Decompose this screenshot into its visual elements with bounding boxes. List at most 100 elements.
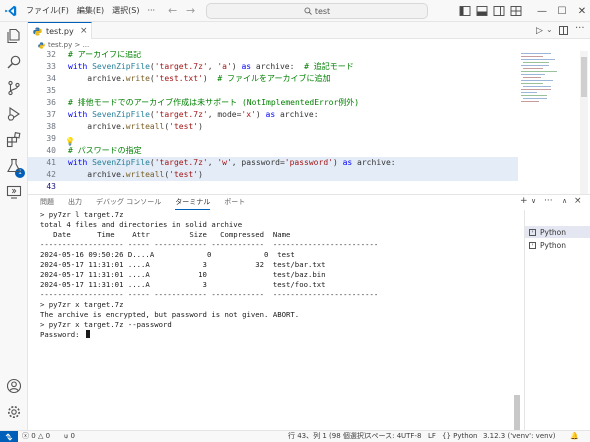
- code-line[interactable]: 40 # パスワードの指定: [28, 145, 528, 157]
- lightbulb-icon[interactable]: 💡: [65, 137, 75, 146]
- terminal-item-label: Python: [540, 227, 566, 237]
- run-options-chevron-icon[interactable]: ⌄: [546, 25, 553, 34]
- code-line[interactable]: 41 with SevenZipFile('target.7z', 'w', pa…: [28, 157, 528, 169]
- terminal-icon: ›: [529, 241, 536, 249]
- line-number: 37: [46, 110, 56, 119]
- back-arrow-icon[interactable]: ←: [168, 4, 177, 18]
- tab-problems[interactable]: 問題: [40, 195, 54, 210]
- explorer-icon[interactable]: [6, 28, 22, 44]
- line-number: 32: [46, 51, 56, 59]
- code-line[interactable]: 37 with SevenZipFile('target.7z', mode='x…: [28, 109, 528, 121]
- menu-edit[interactable]: 編集(E): [73, 0, 108, 22]
- terminal[interactable]: > py7zr l target.7z total 4 files and di…: [28, 210, 512, 430]
- breadcrumb[interactable]: test.py > ...: [28, 39, 590, 51]
- layout-secondary-icon[interactable]: [493, 5, 505, 17]
- tab-label: test.py: [46, 26, 74, 36]
- close-panel-icon[interactable]: ×: [574, 196, 582, 206]
- menu-file[interactable]: ファイル(F): [22, 0, 73, 22]
- python-file-icon: [38, 41, 45, 49]
- terminal-line: > py7zr x target.7z: [40, 300, 124, 309]
- menu-more[interactable]: ···: [143, 0, 159, 22]
- language-label: Python: [453, 432, 478, 440]
- code-line[interactable]: 33 with SevenZipFile('target.7z', 'a') as…: [28, 61, 528, 73]
- end-of-line[interactable]: LF: [428, 431, 436, 442]
- terminal-line: The archive is encrypted, but password i…: [40, 310, 300, 319]
- ports-count: 0: [70, 432, 75, 440]
- ports-status[interactable]: ⍦ 0: [64, 431, 75, 442]
- terminal-line: 2024-05-16 09:50:26 D....A 0 0 test: [40, 250, 295, 259]
- code-text: # アーカイブに追記: [68, 51, 142, 59]
- terminal-line: 2024-05-17 11:31:01 ....A 3 test/foo.txt: [40, 280, 326, 289]
- cursor-position[interactable]: 行 43、列 1 (98 個選択): [288, 431, 367, 442]
- terminal-item-python-2[interactable]: › Python: [525, 239, 590, 251]
- password-prompt: Password:: [40, 330, 84, 339]
- notifications-bell-icon[interactable]: 🔔: [570, 431, 579, 442]
- activity-bar: 1: [0, 22, 28, 430]
- vscode-logo-icon: [0, 0, 22, 22]
- maximize-panel-icon[interactable]: ∧: [562, 197, 567, 205]
- command-center-text: test: [314, 6, 331, 16]
- menu-selection[interactable]: 選択(S): [108, 0, 143, 22]
- more-actions-icon[interactable]: ···: [575, 23, 585, 34]
- panel-more-icon[interactable]: ···: [544, 196, 553, 206]
- python-interpreter[interactable]: 3.12.3 ('venv': venv): [483, 431, 555, 442]
- problems-status[interactable]: ⓧ 0 △ 0: [22, 431, 50, 442]
- terminal-icon: ›: [529, 228, 536, 236]
- close-button[interactable]: ✕: [570, 0, 590, 22]
- code-line[interactable]: 34 archive.write('test.txt') # ファイルをアーカイ…: [28, 73, 528, 85]
- layout-sidebar-icon[interactable]: [459, 5, 471, 17]
- forward-arrow-icon[interactable]: →: [186, 4, 195, 18]
- code-text: # パスワードの指定: [68, 146, 142, 155]
- panel-tabs: 問題 出力 デバッグ コンソール ターミナル ポート: [28, 195, 518, 210]
- split-editor-icon[interactable]: [559, 26, 568, 35]
- editor-tab-bar: test.py × ▷ ⌄ ···: [28, 22, 590, 39]
- bottom-panel: 問題 出力 デバッグ コンソール ターミナル ポート + ∨ ··· ∧ × >…: [28, 194, 590, 430]
- code-line[interactable]: 35: [28, 85, 528, 97]
- code-line[interactable]: 36 # 排他モードでのアーカイブ作成は未サポート (NotImplemented…: [28, 97, 528, 109]
- manage-gear-icon[interactable]: [6, 404, 22, 420]
- terminal-item-python-1[interactable]: › Python: [525, 226, 590, 238]
- terminal-line: 2024-05-17 11:31:01 ....A 10 test/baz.bi…: [40, 270, 326, 279]
- tab-ports[interactable]: ポート: [224, 195, 245, 210]
- tab-debug-console[interactable]: デバッグ コンソール: [96, 195, 161, 210]
- terminal-dropdown-icon[interactable]: ∨: [531, 197, 536, 205]
- testing-icon[interactable]: [6, 158, 22, 174]
- terminal-list: › Python › Python: [524, 210, 590, 430]
- command-center-search[interactable]: test: [206, 3, 428, 19]
- terminal-scrollbar[interactable]: [514, 395, 520, 430]
- accounts-icon[interactable]: [6, 378, 22, 394]
- warning-count: 0: [45, 432, 51, 440]
- layout-panel-icon[interactable]: [476, 5, 488, 17]
- indentation[interactable]: スペース: 4: [365, 431, 401, 442]
- code-line[interactable]: 32 # アーカイブに追記: [28, 51, 528, 61]
- terminal-cursor: [85, 330, 90, 338]
- line-number: 34: [46, 74, 56, 83]
- customize-layout-icon[interactable]: [510, 5, 522, 17]
- code-editor[interactable]: 32 # アーカイブに追記 33 with SevenZipFile('target.…: [28, 51, 590, 194]
- code-line[interactable]: 42 archive.writeall('test'): [28, 169, 528, 181]
- code-text: archive.write('test.txt') # ファイルをアーカイブに追…: [68, 74, 331, 83]
- run-python-file-icon[interactable]: ▷: [536, 26, 543, 36]
- new-terminal-icon[interactable]: +: [520, 196, 528, 206]
- line-number: 38: [46, 122, 56, 131]
- source-control-icon[interactable]: [6, 80, 22, 96]
- minimap[interactable]: [518, 51, 574, 194]
- tab-test-py[interactable]: test.py ×: [28, 22, 92, 39]
- editor-scrollbar[interactable]: [580, 51, 588, 194]
- remote-explorer-icon[interactable]: [6, 184, 22, 200]
- editor-scrollbar-thumb[interactable]: [581, 57, 587, 97]
- tab-close-icon[interactable]: ×: [80, 26, 88, 36]
- terminal-line: > py7zr x target.7z --password: [40, 320, 172, 329]
- code-line[interactable]: 39: [28, 133, 528, 145]
- encoding[interactable]: UTF-8: [401, 431, 421, 442]
- tab-terminal[interactable]: ターミナル: [175, 195, 211, 210]
- remote-indicator-button[interactable]: [0, 431, 18, 442]
- code-line[interactable]: 43: [28, 181, 528, 193]
- code-text: archive.writeall('test'): [68, 170, 203, 179]
- extensions-icon[interactable]: [6, 132, 22, 148]
- run-debug-icon[interactable]: [6, 106, 22, 122]
- language-mode[interactable]: {} Python: [442, 431, 477, 442]
- search-icon[interactable]: [6, 54, 22, 70]
- code-line[interactable]: 38 archive.writeall('test'): [28, 121, 528, 133]
- tab-output[interactable]: 出力: [68, 195, 82, 210]
